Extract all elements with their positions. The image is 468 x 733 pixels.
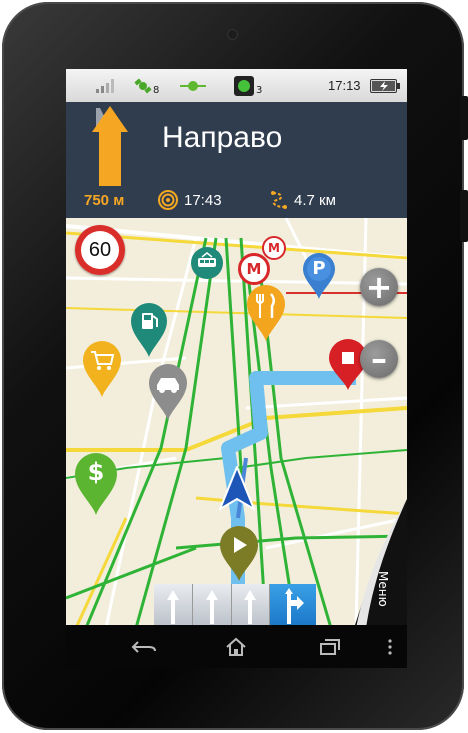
lane-straight-icon [154,584,193,628]
gas-station-pin-icon[interactable] [130,302,168,362]
traffic-icon [234,69,254,102]
target-icon [158,187,178,213]
remaining-distance: 4.7 км [294,191,336,209]
volume-button[interactable] [460,96,468,140]
restaurant-pin-icon[interactable] [246,284,286,346]
recent-apps-button-icon[interactable] [312,625,348,668]
metro-icon-2[interactable]: М [262,236,286,260]
tram-station-pin-icon[interactable] [190,246,224,284]
bank-pin-icon[interactable]: $ [74,452,118,520]
gps-satellite-icon [134,69,152,102]
lane-turn-right-icon [270,584,317,628]
car-service-pin-icon[interactable] [148,363,188,425]
current-position-arrow-icon [217,464,257,516]
front-camera [228,30,237,39]
metro-icon[interactable]: М [238,253,270,285]
turn-right-arrow-icon [90,106,132,190]
zoom-in-button[interactable]: + [360,268,398,306]
shopping-pin-icon[interactable] [82,340,122,402]
map-view[interactable]: 60 М М P $ + – Меню [66,218,407,628]
overflow-menu-icon[interactable] [380,625,400,668]
parking-pin-icon[interactable]: P [302,252,336,304]
lane-straight-icon [231,584,271,628]
device-screen: 8 3 17:13 Направо 750 м 17:43 4.7 км 60 … [66,69,407,668]
parking-symbol: P [312,258,326,279]
menu-label: Меню [376,571,390,607]
home-button-icon[interactable] [218,625,254,668]
speed-limit-sign: 60 [75,225,125,275]
menu-page-curl[interactable]: Меню [354,499,407,628]
signal-icon [96,69,114,102]
clock: 17:13 [328,78,361,93]
play-waypoint-pin-icon[interactable] [219,526,259,586]
lane-straight-icon [192,584,232,628]
dollar-symbol: $ [87,458,105,486]
distance-to-turn: 750 м [84,191,125,209]
arrival-time: 17:43 [184,191,222,209]
android-navigation-bar [66,625,407,668]
maneuver-direction: Направо [162,121,283,154]
back-button-icon[interactable] [126,625,162,668]
battery-icon [370,69,400,102]
lane-guidance [154,584,317,628]
route-distance-icon [269,187,289,213]
power-button[interactable] [460,190,468,242]
status-bar: 8 3 17:13 [66,69,407,102]
zoom-out-button[interactable]: – [360,340,398,378]
navigator-status-icon [180,69,206,102]
